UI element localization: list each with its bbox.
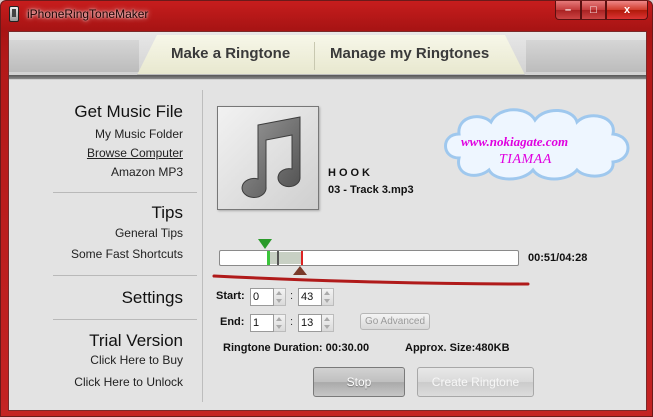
sidebar-link-amazon-mp3[interactable]: Amazon MP3 xyxy=(111,165,183,179)
track-filename: 03 - Track 3.mp3 xyxy=(328,184,414,196)
sidebar-divider xyxy=(53,319,197,320)
start-minutes-stepper[interactable] xyxy=(274,288,286,306)
sidebar-divider xyxy=(53,275,197,276)
album-art xyxy=(217,106,319,210)
sidebar: Get Music File My Music Folder Browse Co… xyxy=(9,80,197,412)
window-title: iPhoneRingToneMaker xyxy=(27,7,149,21)
approx-size: Approx. Size:480KB xyxy=(405,342,510,354)
selection-range xyxy=(268,252,301,264)
track-artist: HOOK xyxy=(328,167,373,179)
phone-app-icon xyxy=(9,6,19,22)
tab-bar: Make a Ringtone Manage my Ringtones xyxy=(9,32,646,80)
sidebar-heading-trial-version: Trial Version xyxy=(89,331,183,350)
app-window: iPhoneRingToneMaker – □ x Make a Rington… xyxy=(0,0,653,417)
maximize-button[interactable]: □ xyxy=(581,1,606,20)
minimize-button[interactable]: – xyxy=(555,1,581,20)
playhead-marker xyxy=(277,251,279,265)
time-readout: 00:51/04:28 xyxy=(528,252,588,264)
start-marker-handle[interactable] xyxy=(258,239,272,249)
sidebar-link-buy[interactable]: Click Here to Buy xyxy=(90,353,183,367)
end-marker xyxy=(301,251,303,265)
sidebar-separator xyxy=(202,90,203,402)
title-bar[interactable]: iPhoneRingToneMaker – □ x xyxy=(1,1,652,27)
tab-bar-underline xyxy=(9,75,646,79)
time-colon: : xyxy=(290,290,294,302)
annotation-red-underline xyxy=(212,274,530,286)
sidebar-heading-tips: Tips xyxy=(151,203,184,222)
ringtone-duration: Ringtone Duration: 00:30.00 xyxy=(223,342,370,354)
create-ringtone-button[interactable]: Create Ringtone xyxy=(417,367,534,397)
start-seconds-field[interactable]: 43 xyxy=(298,288,322,306)
start-seconds-stepper[interactable] xyxy=(322,288,334,306)
watermark-cloud: www.nokiagate.com TIAMAA xyxy=(437,100,637,182)
watermark-url: www.nokiagate.com xyxy=(461,134,569,149)
time-colon: : xyxy=(290,316,294,328)
watermark-name: TIAMAA xyxy=(499,152,552,167)
sidebar-link-my-music-folder[interactable]: My Music Folder xyxy=(95,127,183,141)
end-minutes-field[interactable]: 1 xyxy=(250,314,274,332)
tabbar-right-shade xyxy=(526,40,646,72)
start-label: Start: xyxy=(216,290,245,302)
sidebar-link-unlock[interactable]: Click Here to Unlock xyxy=(74,375,183,389)
client-area: Make a Ringtone Manage my Ringtones Get … xyxy=(8,31,647,411)
tab-manage-ringtones[interactable]: Manage my Ringtones xyxy=(330,45,489,62)
end-label: End: xyxy=(220,316,245,328)
end-minutes-stepper[interactable] xyxy=(274,314,286,332)
sidebar-link-settings[interactable]: Settings xyxy=(122,288,183,308)
tab-make-ringtone[interactable]: Make a Ringtone xyxy=(171,45,290,62)
close-button[interactable]: x xyxy=(606,1,648,20)
stop-button[interactable]: Stop xyxy=(313,367,405,397)
start-marker xyxy=(267,251,270,265)
end-seconds-field[interactable]: 13 xyxy=(298,314,322,332)
tabbar-left-shade xyxy=(9,40,139,72)
start-minutes-field[interactable]: 0 xyxy=(250,288,274,306)
sidebar-link-general-tips[interactable]: General Tips xyxy=(115,226,183,240)
go-advanced-button[interactable]: Go Advanced xyxy=(360,313,430,330)
sidebar-divider xyxy=(53,192,197,193)
sidebar-link-fast-shortcuts[interactable]: Some Fast Shortcuts xyxy=(71,247,183,261)
music-note-icon xyxy=(241,116,301,198)
end-seconds-stepper[interactable] xyxy=(322,314,334,332)
track-slider[interactable] xyxy=(219,250,519,266)
sidebar-heading-get-music: Get Music File xyxy=(74,102,183,121)
sidebar-link-browse-computer[interactable]: Browse Computer xyxy=(87,146,183,160)
tab-separator xyxy=(314,42,315,70)
